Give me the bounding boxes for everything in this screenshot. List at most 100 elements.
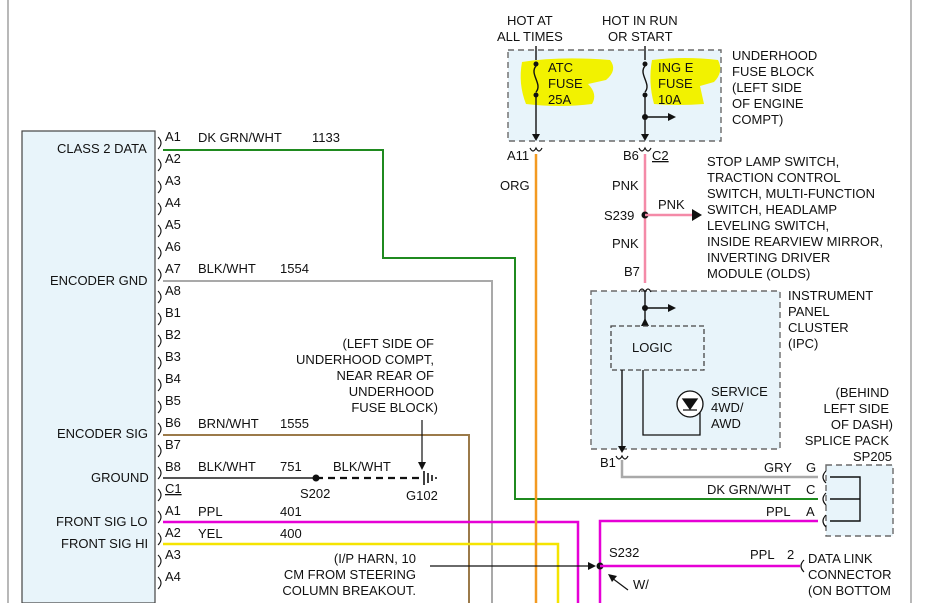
label-ground: GROUND [91,470,149,485]
svg-text:FUSE BLOCK: FUSE BLOCK [732,64,815,79]
svg-text:(IPC): (IPC) [788,336,818,351]
logic-label: LOGIC [632,340,672,355]
ground-symbol-icon [423,471,437,485]
svg-text:TRACTION CONTROL: TRACTION CONTROL [707,170,841,185]
svg-text:FUSE BLOCK): FUSE BLOCK) [351,400,438,415]
connector-b6-icon [638,146,652,152]
ground-g102-label: G102 [406,488,438,503]
wire-num-401: 401 [280,504,302,519]
hot-at-all-times-2: ALL TIMES [497,29,563,44]
control-module-box [21,130,156,603]
wire-ppl-dlc-label: PPL [750,547,775,562]
pin-connector-icon [157,158,162,172]
fuse1-label-1: ATC [548,60,573,75]
pin-connector-icon [157,268,162,282]
pin-label: A2 [165,151,181,166]
pin-label: A5 [165,217,181,232]
svg-text:SWITCH, HEADLAMP: SWITCH, HEADLAMP [707,202,837,217]
wire-pnk-branch-label: PNK [658,197,685,212]
fuse1-terminal-bottom [533,92,539,98]
svg-text:CM FROM STEERING: CM FROM STEERING [284,567,416,582]
pin-label: A4 [165,569,181,584]
fuse2-label-3: 10A [658,92,681,107]
svg-text:SWITCH, MULTI-FUNCTION: SWITCH, MULTI-FUNCTION [707,186,875,201]
pin-label: B1 [165,305,181,320]
pin-connector-icon [157,202,162,216]
arrow-right-icon [692,209,702,221]
splice-s239-label: S239 [604,208,634,223]
svg-text:INSTRUMENT: INSTRUMENT [788,288,873,303]
fuse1-label-2: FUSE [548,76,583,91]
wire-color-1554: BLK/WHT [198,261,256,276]
pin-a11-label: A11 [507,148,529,163]
connector-b1-icon [615,454,629,460]
svg-text:(ON BOTTOM: (ON BOTTOM [808,583,891,598]
pin-b1-label: B1 [600,455,616,470]
pin-label: A3 [165,173,181,188]
fuse1-label-3: 25A [548,92,571,107]
hot-in-run-1: HOT IN RUN [602,13,678,28]
connector-pins: A1 A2 A3 A4 A5 A6 A7 A8 B1 B2 B3 B4 B5 B6 B7 B8 C1 A1 A2 A3… [157,129,182,590]
pin-label: A4 [165,195,181,210]
pin-connector-icon [157,400,162,414]
wire-num-751: 751 [280,459,302,474]
ipc-label: INSTRUMENT PANEL CLUSTER (IPC) [788,288,873,351]
svg-text:COLUMN BREAKOUT.: COLUMN BREAKOUT. [282,583,416,598]
svg-text:MODULE (OLDS): MODULE (OLDS) [707,266,810,281]
wire-pnk-upper-label: PNK [612,178,639,193]
pin-label: B5 [165,393,181,408]
pin-b7-label: B7 [624,264,640,279]
hot-at-all-times-1: HOT AT [507,13,553,28]
svg-text:STOP LAMP SWITCH,: STOP LAMP SWITCH, [707,154,839,169]
svg-text:INVERTING DRIVER: INVERTING DRIVER [707,250,830,265]
ground-wire-color: BLK/WHT [333,459,391,474]
fuse1-terminal-top [533,61,539,67]
svg-text:NEAR REAR OF: NEAR REAR OF [336,368,434,383]
arrowhead-icon [418,462,426,470]
dlc-connector-icon [800,559,805,573]
pin-connector-icon [157,576,162,590]
pin-connector-icon [157,224,162,238]
wire-color-751: BLK/WHT [198,459,256,474]
pin-label: A6 [165,239,181,254]
wire-pnk-lower-label: PNK [612,236,639,251]
fuse2-terminal-top [642,61,648,67]
conn-c2-label: C2 [652,148,669,163]
pin-label: A3 [165,547,181,562]
pin-label: A1 [165,129,181,144]
pin-connector-icon [157,532,162,546]
svg-text:UNDERHOOD: UNDERHOOD [349,384,434,399]
pin-label: B4 [165,371,181,386]
sp205-wire-ppl: PPL [766,504,791,519]
splice-s202-label: S202 [300,486,330,501]
wire-num-1555: 1555 [280,416,309,431]
svg-text:(LEFT SIDE: (LEFT SIDE [732,80,802,95]
pin-connector-icon [157,334,162,348]
label-front-sig-hi: FRONT SIG HI [61,536,148,551]
svg-text:UNDERHOOD COMPT,: UNDERHOOD COMPT, [296,352,434,367]
svg-text:OF ENGINE: OF ENGINE [732,96,804,111]
svg-text:PANEL: PANEL [788,304,830,319]
pin-label: A2 [165,525,181,540]
wire-color-1555: BRN/WHT [198,416,259,431]
sp205-pin-a: A [806,504,815,519]
sp205-pin-g: G [806,460,816,475]
ip-harness-note: (I/P HARN, 10 CM FROM STEERING COLUMN BR… [282,551,416,598]
svg-text:UNDERHOOD: UNDERHOOD [732,48,817,63]
pin-connector-icon [157,488,162,502]
wire-color-1133: DK GRN/WHT [198,130,282,145]
pin-connector-icon [157,466,162,480]
pin-b6-label: B6 [623,148,639,163]
fuse2-label-1: ING E [658,60,694,75]
sp205-pin-c: C [806,482,815,497]
dlc-label: DATA LINK CONNECTOR (ON BOTTOM [808,551,892,598]
label-encoder-sig: ENCODER SIG [57,426,148,441]
label-front-sig-lo: FRONT SIG LO [56,514,148,529]
pin-label: B6 [165,415,181,430]
pin-connector-icon [157,554,162,568]
wiring-diagram: CLASS 2 DATA ENCODER GND ENCODER SIG GRO… [7,0,912,603]
svg-text:(I/P HARN, 10: (I/P HARN, 10 [334,551,416,566]
svg-text:4WD/: 4WD/ [711,400,744,415]
pin-label: B7 [165,437,181,452]
pin-label: A8 [165,283,181,298]
